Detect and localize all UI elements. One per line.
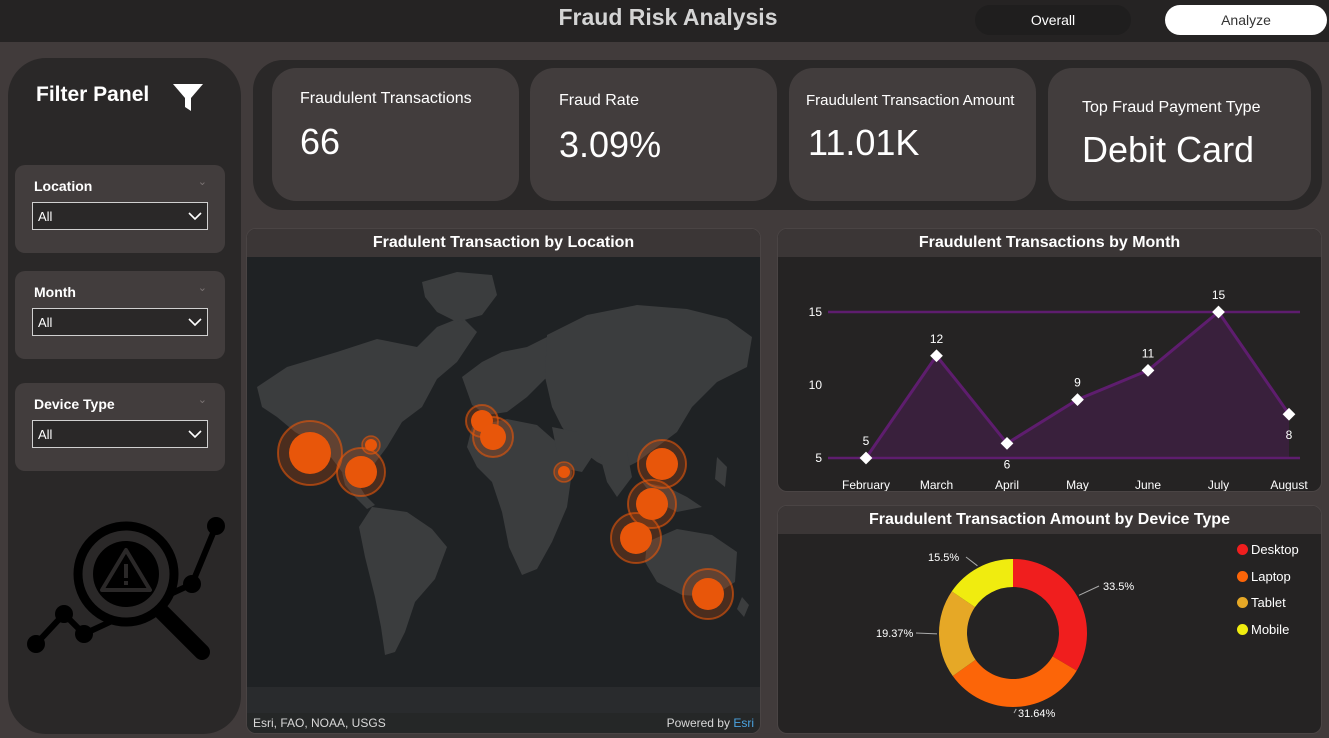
legend-dot-icon [1237,597,1248,608]
top-bar: Fraud Risk Analysis Overall Analyze [0,0,1329,42]
kpi-label: Top Fraud Payment Type [1082,99,1261,116]
y-tick-label: 15 [809,305,823,319]
line-data-label: 8 [1286,428,1293,442]
x-tick-label: May [1066,478,1089,492]
x-tick-label: August [1270,478,1308,492]
donut-data-label: 33.5% [1103,581,1134,593]
donut-chart-panel: Fraudulent Transaction Amount by Device … [777,505,1322,734]
kpi-label: Fraudulent Transaction Amount [806,92,1015,109]
legend-dot-icon [1237,570,1248,582]
line-data-label: 6 [1004,457,1011,471]
world-map[interactable] [247,257,760,715]
kpi-card-top-payment-type: Top Fraud Payment Type Debit Card [1048,68,1311,201]
y-tick-label: 10 [809,378,823,392]
legend-label: Tablet [1251,595,1286,610]
map-attribution-text: Esri, FAO, NOAA, USGS [253,716,386,730]
line-data-label: 15 [1212,288,1226,302]
slicer-month: Month ⌄ All [15,271,225,359]
donut-data-label: 31.64% [1018,708,1056,720]
chevron-down-icon [188,211,202,220]
donut-leader-line [1078,585,1100,596]
kpi-label: Fraudulent Transactions [300,90,472,107]
x-tick-label: March [920,478,953,492]
legend-label: Desktop [1251,542,1299,557]
x-tick-label: February [842,478,890,492]
donut-leader-line [1013,708,1017,714]
fraud-analysis-graphic-icon [27,517,225,660]
donut-leader-line [915,632,938,635]
line-data-label: 12 [930,332,944,346]
line-chart: 5 10 15 5 February 12 March 6 April 9 May 11 June 15 J… [809,288,1309,492]
legend-label: Mobile [1251,621,1290,637]
donut-leader-line [965,556,978,567]
x-tick-label: June [1135,478,1161,492]
donut-data-label: 19.37% [876,628,914,640]
marker-southeast-asia[interactable] [610,512,662,564]
kpi-value: 66 [300,121,341,162]
filter-panel: Filter Panel Location ⌄ All Month ⌄ All … [8,58,241,734]
line-data-label: 5 [863,434,870,448]
map-title: Fradulent Transaction by Location [247,229,760,257]
slicer-location: Location ⌄ All [15,165,225,253]
map-attribution: Esri, FAO, NOAA, USGS Powered by Esri [247,713,760,733]
device-type-dropdown[interactable]: All [32,420,208,448]
x-tick-label: July [1208,478,1229,492]
legend-dot-icon [1237,544,1248,555]
map-powered-by-text: Powered by [666,716,730,730]
chevron-down-icon [188,317,202,326]
legend-item-tablet[interactable]: Tablet [1237,595,1286,610]
line-chart-panel: Fraudulent Transactions by Month 5 10 15 5 F… [777,228,1322,492]
esri-link[interactable]: Esri [733,716,754,730]
tab-overall[interactable]: Overall [975,5,1131,35]
kpi-label: Fraud Rate [559,92,640,109]
kpi-value: 3.09% [559,124,662,165]
month-dropdown-value: All [38,314,53,330]
location-dropdown-value: All [38,208,53,224]
kpi-value: 11.01K [808,122,920,163]
kpi-card-fraudulent-amount: Fraudulent Transaction Amount 11.01K [789,68,1036,201]
filter-icon[interactable] [172,82,204,114]
slicer-location-collapse-icon[interactable]: ⌄ [198,175,207,188]
x-tick-label: April [995,478,1019,492]
filter-panel-title: Filter Panel [36,83,150,106]
marker-north-america-east[interactable] [361,435,381,455]
donut-slice-tablet[interactable] [939,591,976,676]
slicer-device-type-collapse-icon[interactable]: ⌄ [198,393,207,406]
kpi-value: Debit Card [1082,129,1255,170]
marker-north-america-west[interactable] [277,420,343,486]
device-type-dropdown-value: All [38,426,53,442]
legend-dot-icon [1237,623,1248,635]
legend-item-desktop[interactable]: Desktop [1237,542,1299,557]
map-panel: Fradulent Transaction by Location Esri, … [246,228,761,734]
kpi-card-fraudulent-transactions: Fraudulent Transactions 66 [272,68,519,201]
donut-chart-title: Fraudulent Transaction Amount by Device … [778,506,1321,534]
marker-europe-south[interactable] [472,416,514,458]
slicer-location-label: Location [34,178,93,194]
marker-australia[interactable] [682,568,734,620]
slicer-month-collapse-icon[interactable]: ⌄ [198,281,207,294]
kpi-card-fraud-rate: Fraud Rate 3.09% [530,68,777,201]
y-tick-label: 5 [815,451,822,465]
slicer-device-type-label: Device Type [34,396,115,412]
chevron-down-icon [188,429,202,438]
donut-slice-laptop[interactable] [952,656,1077,707]
location-dropdown[interactable]: All [32,202,208,230]
donut-data-label: 15.5% [928,552,959,564]
slicer-device-type: Device Type ⌄ All [15,383,225,471]
tab-analyze[interactable]: Analyze [1165,5,1327,35]
month-dropdown[interactable]: All [32,308,208,336]
marker-middle-east[interactable] [553,461,575,483]
marker-north-america-central[interactable] [336,447,386,497]
map-powered-by: Powered by Esri [667,713,754,733]
legend-item-mobile[interactable]: Mobile [1237,622,1289,637]
slicer-month-label: Month [34,284,76,300]
line-data-label: 11 [1142,346,1155,360]
legend-item-laptop[interactable]: Laptop [1237,569,1291,584]
donut-slice-desktop[interactable] [1013,559,1087,671]
legend-label: Laptop [1251,568,1291,584]
line-chart-title: Fraudulent Transactions by Month [778,229,1321,257]
line-data-label: 9 [1074,376,1081,390]
